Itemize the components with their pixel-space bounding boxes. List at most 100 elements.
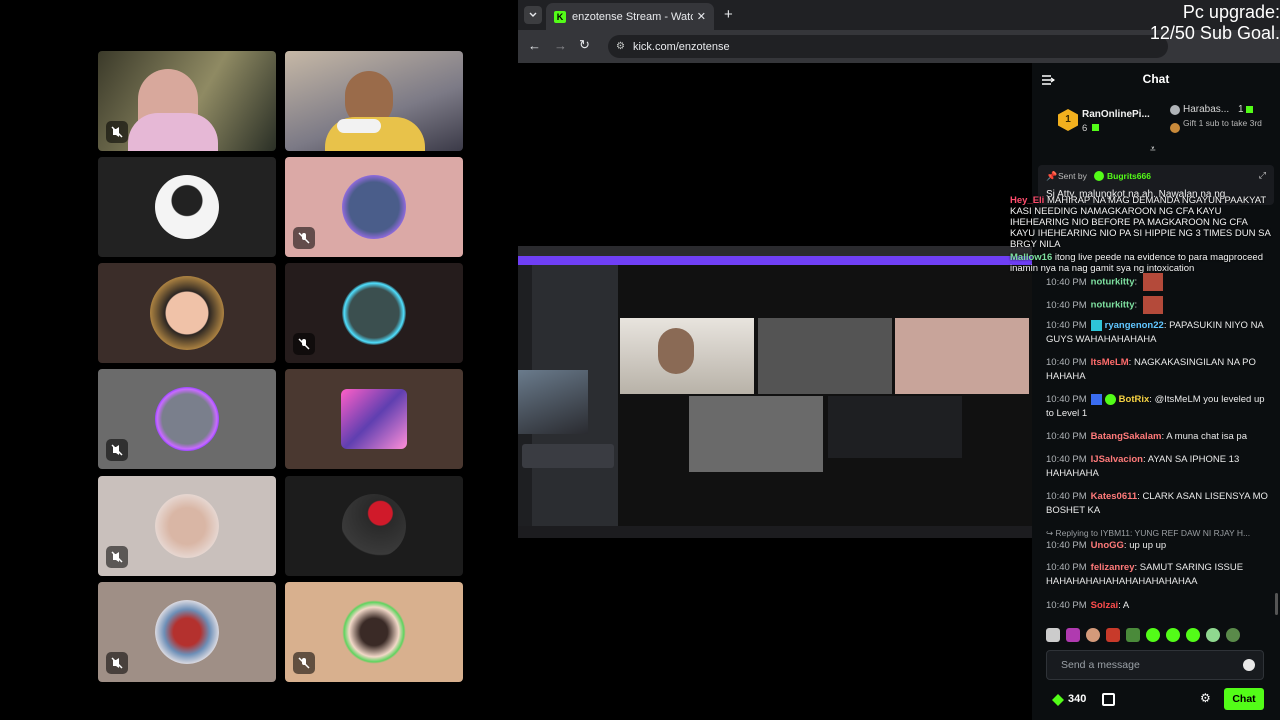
leader-first-count: 6 — [1082, 123, 1088, 134]
reply-context[interactable]: ↪ Replying to IYBM11: YUNG REF DAW NI RJ… — [1046, 528, 1276, 539]
participant-tile[interactable] — [285, 157, 463, 257]
overlay-line-2: 12/50 Sub Goal. — [1149, 23, 1280, 43]
participant-tile[interactable] — [98, 476, 276, 576]
channel-points[interactable]: 340 — [1068, 693, 1086, 705]
message-timestamp: 10:40 PM — [1046, 600, 1087, 611]
close-tab-icon[interactable]: ✕ — [697, 10, 706, 23]
message-username[interactable]: Solzai — [1091, 600, 1118, 611]
microphone-icon — [337, 119, 381, 133]
message-timestamp: 10:40 PM — [1046, 431, 1087, 442]
participant-tile[interactable] — [98, 51, 276, 151]
settings-gear-icon[interactable]: ⚙ — [1200, 691, 1211, 705]
participant-tile[interactable] — [285, 582, 463, 682]
chat-input[interactable]: Send a message — [1046, 650, 1264, 680]
participant-avatar — [155, 387, 219, 451]
chat-message[interactable]: 10:40 PM BatangSakalam: A muna chat isa p… — [1046, 430, 1274, 444]
participant-tile[interactable] — [285, 369, 463, 469]
emote-icon[interactable] — [1066, 628, 1080, 642]
participant-tile[interactable] — [285, 51, 463, 151]
mic-muted-icon — [293, 652, 315, 674]
message-timestamp: 10:40 PM — [1046, 394, 1087, 405]
channel-points-icon[interactable] — [1052, 694, 1064, 706]
message-username[interactable]: Kates0611 — [1091, 491, 1137, 502]
send-chat-button[interactable]: Chat — [1224, 688, 1264, 710]
message-timestamp: 10:40 PM — [1046, 540, 1087, 551]
alert-overlay: Hey_Eli MAHIRAP NA MAG DEMANDA NGAYUN PA… — [1010, 195, 1272, 274]
unpin-icon[interactable]: ⤢ — [1259, 170, 1266, 181]
mic-muted-icon — [293, 333, 315, 355]
chat-message[interactable]: 10:40 PM Kates0611: CLARK ASAN LISENSYA M… — [1046, 490, 1274, 518]
alert-message: Hey_Eli MAHIRAP NA MAG DEMANDA NGAYUN PA… — [1010, 195, 1272, 250]
participant-tile[interactable] — [98, 369, 276, 469]
message-username[interactable]: noturkitty — [1091, 277, 1135, 288]
rank-three-badge — [1170, 123, 1180, 133]
message-timestamp: 10:40 PM — [1046, 276, 1087, 288]
tab-search-icon[interactable] — [524, 6, 542, 24]
mic-muted-icon — [106, 439, 128, 461]
participant-tile[interactable] — [98, 157, 276, 257]
expand-pinned-icon[interactable]: ⩡ — [1150, 144, 1156, 155]
message-username[interactable]: BotRix — [1119, 394, 1150, 405]
participant-avatar — [342, 494, 406, 558]
emote-icon[interactable] — [1206, 628, 1220, 642]
emote-icon[interactable] — [1166, 628, 1180, 642]
leader-second-name[interactable]: Harabas... — [1183, 104, 1229, 115]
participant-tile[interactable] — [98, 263, 276, 363]
chat-message[interactable]: 10:40 PM Solzai: A — [1046, 599, 1274, 613]
message-username[interactable]: felizanrey — [1091, 562, 1135, 573]
chat-panel: Chat 1 RanOnlinePi... 6 Harabas... 1 Gif… — [1010, 63, 1280, 720]
emote-strip — [1046, 627, 1276, 643]
store-icon[interactable] — [1102, 693, 1115, 706]
bot-badge-icon — [1090, 393, 1102, 405]
emote-icon[interactable] — [1086, 628, 1100, 642]
emote-icon[interactable] — [1146, 628, 1160, 642]
call-tile — [895, 318, 1029, 394]
emote-icon[interactable] — [1126, 628, 1140, 642]
site-info-icon[interactable]: ⚙ — [616, 41, 625, 52]
chat-message[interactable]: 10:40 PM ryangenon22: PAPASUKIN NIYO NA G… — [1046, 319, 1274, 347]
emote-icon[interactable] — [1226, 628, 1240, 642]
emote-icon[interactable] — [1106, 628, 1120, 642]
message-text: A muna chat isa pa — [1166, 431, 1248, 442]
emoji-picker-icon[interactable] — [1243, 659, 1255, 671]
gift-leaderboard: 1 RanOnlinePi... 6 Harabas... 1 Gift 1 s… — [1032, 93, 1280, 151]
chat-input-placeholder: Send a message — [1061, 659, 1140, 671]
participant-tile[interactable] — [285, 476, 463, 576]
message-username[interactable]: noturkitty — [1091, 300, 1135, 311]
pinned-sender[interactable]: Bugrits666 — [1107, 171, 1151, 181]
chat-message[interactable]: 10:40 PM IJSalvacion: AYAN SA IPHONE 13 H… — [1046, 453, 1274, 481]
chat-message[interactable]: 10:40 PM noturkitty: — [1046, 296, 1274, 314]
tab-title: enzotense Stream - Watch Live — [572, 10, 693, 23]
reload-icon[interactable]: ↻ — [579, 37, 590, 53]
message-username[interactable]: UnoGG — [1091, 540, 1124, 551]
chat-message[interactable]: 10:40 PM ItsMeLM: NAGKAKASINGILAN NA PO H… — [1046, 356, 1274, 384]
message-username[interactable]: ryangenon22 — [1105, 320, 1164, 331]
new-tab-icon[interactable]: + — [724, 6, 733, 23]
alert-text: MAHIRAP NA MAG DEMANDA NGAYUN PAAKYAT KA… — [1010, 195, 1271, 250]
message-username[interactable]: IJSalvacion — [1091, 454, 1143, 465]
chat-scrollbar[interactable] — [1275, 593, 1278, 615]
rank-two-badge — [1170, 105, 1180, 115]
message-timestamp: 10:40 PM — [1046, 454, 1087, 465]
url-text: kick.com/enzotense — [632, 40, 730, 53]
emote-icon — [1143, 296, 1164, 314]
chat-message[interactable]: 10:40 PM noturkitty: — [1046, 273, 1274, 291]
message-username[interactable]: ItsMeLM — [1091, 357, 1129, 368]
alert-user: Mallow16 — [1010, 252, 1053, 263]
forward-icon[interactable]: → — [554, 38, 567, 53]
stream-video-player[interactable] — [518, 246, 1032, 538]
emote-icon[interactable] — [1046, 628, 1060, 642]
mic-muted-icon — [293, 227, 315, 249]
participant-tile[interactable] — [285, 263, 463, 363]
address-bar[interactable]: ⚙ kick.com/enzotense — [608, 35, 1168, 58]
chat-message[interactable]: 10:40 PM UnoGG: up up up — [1046, 539, 1274, 553]
chat-message[interactable]: 10:40 PM BotRix: @ItsMeLM you leveled up … — [1046, 393, 1274, 421]
leader-first-name[interactable]: RanOnlinePi... — [1082, 109, 1150, 120]
verified-badge-icon — [1094, 171, 1104, 181]
back-icon[interactable]: ← — [528, 38, 541, 53]
browser-tab[interactable]: K enzotense Stream - Watch Live ✕ — [546, 3, 714, 30]
message-username[interactable]: BatangSakalam — [1091, 431, 1162, 442]
emote-icon[interactable] — [1186, 628, 1200, 642]
participant-tile[interactable] — [98, 582, 276, 682]
chat-message[interactable]: 10:40 PM felizanrey: SAMUT SARING ISSUE H… — [1046, 561, 1274, 589]
